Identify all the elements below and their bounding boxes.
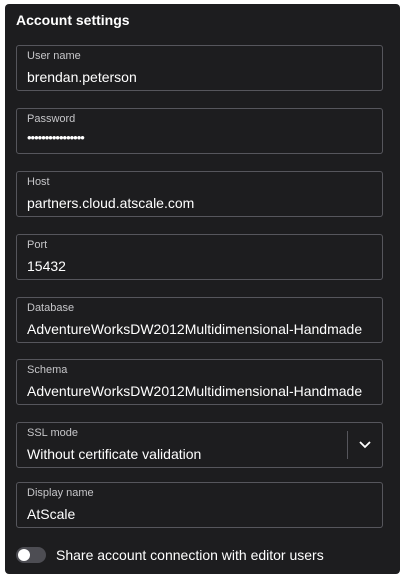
ssl-mode-select[interactable]: SSL mode Without certificate validation (16, 422, 383, 468)
ssl-mode-label: SSL mode (27, 427, 78, 439)
schema-value[interactable]: AdventureWorksDW2012Multidimensional-Han… (27, 383, 380, 399)
share-connection-toggle[interactable] (16, 547, 46, 563)
display-name-field[interactable]: Display name AtScale (16, 482, 383, 528)
ssl-mode-value[interactable]: Without certificate validation (27, 446, 342, 462)
display-name-value[interactable]: AtScale (27, 506, 380, 522)
account-settings-panel: Account settings User name brendan.peter… (5, 4, 400, 574)
display-name-label: Display name (27, 487, 94, 499)
port-field[interactable]: Port 15432 (16, 234, 383, 280)
database-value[interactable]: AdventureWorksDW2012Multidimensional-Han… (27, 321, 380, 337)
host-value[interactable]: partners.cloud.atscale.com (27, 195, 380, 211)
select-divider (347, 431, 348, 459)
chevron-down-icon[interactable] (358, 437, 372, 451)
database-field[interactable]: Database AdventureWorksDW2012Multidimens… (16, 297, 383, 343)
toggle-knob (18, 549, 30, 561)
share-connection-label: Share account connection with editor use… (56, 547, 324, 563)
database-label: Database (27, 302, 75, 314)
username-label: User name (27, 50, 81, 62)
host-field[interactable]: Host partners.cloud.atscale.com (16, 171, 383, 217)
host-label: Host (27, 176, 50, 188)
password-label: Password (27, 113, 76, 125)
password-value[interactable]: •••••••••••••••• (27, 130, 380, 145)
username-field[interactable]: User name brendan.peterson (16, 45, 383, 91)
schema-field[interactable]: Schema AdventureWorksDW2012Multidimensio… (16, 359, 383, 405)
panel-title: Account settings (16, 12, 130, 28)
password-field[interactable]: Password •••••••••••••••• (16, 108, 383, 154)
port-value[interactable]: 15432 (27, 258, 380, 274)
schema-label: Schema (27, 364, 68, 376)
username-value[interactable]: brendan.peterson (27, 69, 380, 85)
share-connection-row: Share account connection with editor use… (16, 545, 386, 565)
port-label: Port (27, 239, 48, 251)
